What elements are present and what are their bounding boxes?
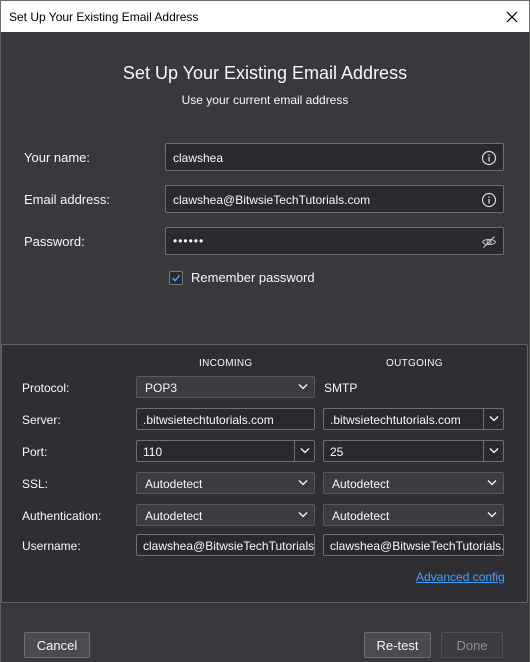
name-label: Your name:: [24, 150, 91, 165]
password-label: Password:: [24, 234, 85, 249]
incoming-header: INCOMING: [199, 358, 253, 369]
outgoing-port-value: 25: [330, 445, 344, 459]
window-title: Set Up Your Existing Email Address: [9, 10, 199, 24]
server-label: Server:: [22, 413, 61, 427]
info-icon[interactable]: [481, 192, 497, 208]
incoming-server-value: .bitwsietechtutorials.com: [143, 413, 274, 427]
check-icon: [171, 274, 181, 282]
chevron-down-icon: [300, 448, 310, 454]
incoming-port-dropdown-button[interactable]: [294, 441, 314, 461]
email-value: clawshea@BitwsieTechTutorials.com: [173, 193, 371, 207]
remember-password-checkbox[interactable]: [169, 270, 183, 285]
ssl-label: SSL:: [22, 477, 49, 491]
outgoing-authentication-select[interactable]: Autodetect: [323, 504, 504, 526]
incoming-protocol-select[interactable]: POP3: [136, 376, 315, 398]
retest-button[interactable]: Re-test: [364, 632, 431, 658]
outgoing-protocol-value: SMTP: [324, 381, 358, 395]
name-input[interactable]: clawshea: [165, 143, 504, 171]
protocol-label: Protocol:: [22, 381, 70, 395]
outgoing-ssl-value: Autodetect: [332, 477, 390, 491]
incoming-ssl-value: Autodetect: [145, 477, 203, 491]
port-label: Port:: [22, 445, 48, 459]
close-button[interactable]: [495, 1, 529, 33]
done-button[interactable]: Done: [441, 632, 503, 658]
incoming-username-value: clawshea@BitwsieTechTutorials.c: [143, 539, 315, 553]
incoming-authentication-select[interactable]: Autodetect: [136, 504, 315, 526]
outgoing-ssl-select[interactable]: Autodetect: [323, 472, 504, 494]
outgoing-authentication-value: Autodetect: [332, 509, 390, 523]
password-value: ••••••: [173, 234, 205, 248]
cancel-button[interactable]: Cancel: [24, 632, 90, 658]
email-input[interactable]: clawshea@BitwsieTechTutorials.com: [165, 185, 504, 213]
title-bar: Set Up Your Existing Email Address: [0, 0, 530, 32]
outgoing-server-value: .bitwsietechtutorials.com: [330, 413, 461, 427]
outgoing-username-input[interactable]: clawshea@BitwsieTechTutorials.c: [323, 534, 504, 556]
outgoing-server-dropdown-button[interactable]: [483, 409, 503, 429]
eye-slash-icon[interactable]: [481, 234, 497, 250]
chevron-down-icon: [298, 480, 308, 486]
close-icon: [506, 11, 518, 23]
dialog-subheading: Use your current email address: [181, 93, 349, 107]
chevron-down-icon: [487, 512, 497, 518]
chevron-down-icon: [298, 512, 308, 518]
incoming-port-value: 110: [143, 445, 163, 459]
chevron-down-icon: [298, 384, 308, 390]
outgoing-port-combobox[interactable]: 25: [323, 440, 504, 462]
advanced-config-link[interactable]: Advanced config: [416, 570, 505, 584]
dialog-heading: Set Up Your Existing Email Address: [122, 63, 408, 83]
chevron-down-icon: [489, 448, 499, 454]
email-label: Email address:: [24, 192, 110, 207]
incoming-server-input[interactable]: .bitwsietechtutorials.com: [136, 408, 315, 430]
outgoing-header: OUTGOING: [386, 358, 443, 369]
incoming-protocol-value: POP3: [145, 381, 178, 395]
incoming-port-combobox[interactable]: 110: [136, 440, 315, 462]
incoming-authentication-value: Autodetect: [145, 509, 203, 523]
outgoing-port-dropdown-button[interactable]: [483, 441, 503, 461]
name-value: clawshea: [173, 151, 224, 165]
incoming-username-input[interactable]: clawshea@BitwsieTechTutorials.c: [136, 534, 315, 556]
chevron-down-icon: [487, 480, 497, 486]
remember-password-row[interactable]: Remember password: [169, 270, 315, 285]
username-label: Username:: [22, 539, 81, 553]
incoming-ssl-select[interactable]: Autodetect: [136, 472, 315, 494]
info-icon[interactable]: [481, 150, 497, 166]
outgoing-server-combobox[interactable]: .bitwsietechtutorials.com: [323, 408, 504, 430]
password-input[interactable]: ••••••: [165, 227, 504, 255]
outgoing-username-value: clawshea@BitwsieTechTutorials.c: [330, 539, 504, 553]
chevron-down-icon: [489, 416, 499, 422]
authentication-label: Authentication:: [22, 509, 102, 523]
remember-password-label: Remember password: [191, 270, 315, 285]
